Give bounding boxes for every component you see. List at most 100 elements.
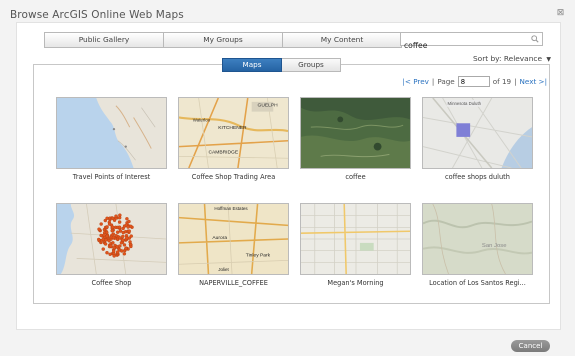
map-marker — [107, 239, 111, 243]
map-label-hoffman-estates: Hoffman Estates — [214, 206, 248, 211]
caret-down-icon: ▼ — [546, 56, 551, 63]
map-card[interactable]: Megan's Morning — [300, 203, 411, 287]
map-thumbnail[interactable]: Minnesota Duluth — [422, 97, 533, 169]
sort-dropdown[interactable]: Sort by: Relevance ▼ — [473, 54, 551, 63]
map-card[interactable]: Travel Points of Interest — [56, 97, 167, 181]
map-title: coffee — [345, 173, 366, 181]
map-label-guelph: GUELPH — [258, 103, 279, 109]
toggle-groups[interactable]: Groups — [282, 58, 341, 72]
toggle-maps[interactable]: Maps — [222, 58, 282, 72]
map-thumbnail[interactable] — [56, 97, 167, 169]
prev-page-link[interactable]: |< Prev — [402, 77, 428, 86]
map-marker — [117, 220, 122, 224]
map-label-tinley-park: Tinley Park — [246, 253, 271, 259]
map-marker — [124, 246, 128, 251]
map-marker — [99, 222, 103, 226]
map-marker — [103, 242, 108, 246]
tab-public-gallery[interactable]: Public Gallery — [44, 32, 163, 48]
map-marker — [121, 238, 125, 242]
map-marker — [127, 229, 131, 233]
map-marker — [118, 229, 123, 233]
map-label-cambridge: CAMBRIDGE — [208, 149, 238, 155]
map-marker — [125, 236, 129, 240]
map-marker — [105, 225, 109, 229]
map-marker — [125, 217, 129, 221]
map-marker — [122, 243, 127, 247]
map-marker — [128, 240, 132, 244]
map-marker — [110, 225, 115, 229]
map-thumbnail[interactable] — [300, 97, 411, 169]
page-number-input[interactable] — [457, 76, 490, 87]
map-title: Travel Points of Interest — [72, 173, 151, 181]
map-card[interactable]: Hoffman Estates Aurora Tinley Park Jolie… — [178, 203, 289, 287]
map-marker — [105, 230, 109, 235]
map-thumbnail[interactable]: Hoffman Estates Aurora Tinley Park Jolie… — [178, 203, 289, 275]
page-label: Page — [437, 77, 455, 86]
map-marker — [112, 245, 116, 250]
pager-separator: | — [431, 77, 435, 86]
map-label-waterloo: Waterloo — [193, 117, 211, 122]
map-marker — [127, 219, 131, 224]
pager-separator: | — [514, 77, 517, 86]
map-marker — [117, 216, 122, 220]
tab-my-groups[interactable]: My Groups — [163, 32, 282, 48]
map-card[interactable]: San Jose Location of Los Santos Regi... — [422, 203, 533, 287]
map-marker — [111, 235, 116, 240]
search-box — [400, 32, 543, 52]
next-page-link[interactable]: Next >| — [520, 77, 547, 86]
map-title: Coffee Shop — [91, 279, 132, 287]
map-marker — [109, 244, 113, 248]
map-marker — [119, 249, 124, 253]
dialog-title: Browse ArcGIS Online Web Maps — [10, 9, 184, 21]
tab-my-content[interactable]: My Content — [282, 32, 402, 48]
map-marker — [114, 214, 118, 218]
map-marker — [107, 222, 112, 226]
map-card[interactable]: GUELPH Waterloo KITCHENER CAMBRIDGE Coff… — [178, 97, 289, 181]
map-title: coffee shops duluth — [445, 173, 510, 181]
map-label-san-jose: San Jose — [482, 243, 507, 249]
cancel-button[interactable]: Cancel — [511, 340, 550, 352]
map-label-aurora: Aurora — [212, 235, 227, 241]
map-marker — [115, 250, 120, 254]
map-card[interactable]: Coffee Shop — [56, 203, 167, 287]
map-label-kitchener: KITCHENER — [218, 125, 247, 131]
pager: |< Prev | Page of 19 | Next >| — [402, 76, 547, 87]
map-title: NAPERVILLE_COFFEE — [199, 279, 268, 287]
map-marker — [122, 252, 127, 256]
map-marker — [105, 251, 109, 255]
view-toggle: Maps Groups — [222, 58, 341, 72]
map-title: Coffee Shop Trading Area — [191, 173, 276, 181]
map-marker — [97, 237, 101, 242]
search-icon[interactable] — [531, 35, 539, 43]
map-marker — [101, 237, 105, 242]
map-card[interactable]: coffee — [300, 97, 411, 181]
map-thumbnail[interactable]: San Jose — [422, 203, 533, 275]
source-tabs: Public Gallery My Groups My Content — [44, 32, 402, 48]
map-title: Megan's Morning — [327, 279, 384, 287]
search-input[interactable] — [401, 39, 522, 52]
map-marker — [103, 218, 108, 223]
map-card[interactable]: Minnesota Duluth coffee shops duluth — [422, 97, 533, 181]
map-marker — [108, 252, 112, 256]
map-marker — [112, 254, 116, 258]
map-marker — [99, 233, 103, 238]
map-thumbnail[interactable] — [300, 203, 411, 275]
page-count: of 19 — [492, 77, 512, 86]
sort-value: Relevance — [503, 54, 543, 63]
map-marker — [121, 234, 125, 239]
map-label-joliet: Joliet — [218, 267, 229, 272]
map-thumbnail[interactable]: GUELPH Waterloo KITCHENER CAMBRIDGE — [178, 97, 289, 169]
sort-label: Sort by: — [472, 54, 502, 63]
map-title: Location of Los Santos Regi... — [429, 279, 526, 287]
map-marker — [117, 225, 122, 229]
map-marker — [112, 218, 117, 222]
map-marker — [101, 247, 105, 251]
close-icon[interactable]: ⊠ — [556, 9, 565, 18]
map-marker — [97, 227, 101, 231]
map-label-minnesota-duluth: Minnesota Duluth — [448, 101, 482, 106]
map-marker — [118, 244, 122, 248]
map-marker — [111, 241, 115, 245]
map-marker — [115, 230, 120, 234]
map-thumbnail[interactable] — [56, 203, 167, 275]
map-marker — [105, 234, 109, 238]
